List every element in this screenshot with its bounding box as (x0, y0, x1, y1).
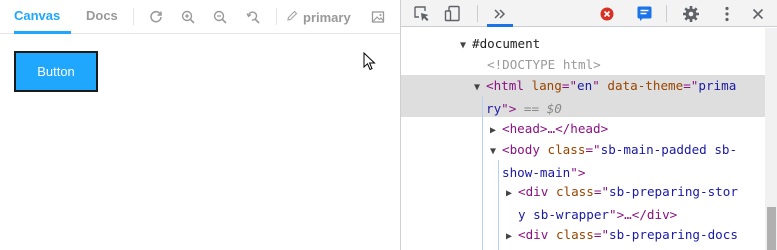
expanded-arrow-icon: ▼ (490, 146, 497, 157)
dom-node-html[interactable]: ▼ <html lang="en" data-theme="prima ry"> … (401, 75, 765, 117)
dom-node-div-wrapper[interactable]: ▶ <div class="sb-preparing-stor y sb-wrap… (401, 181, 765, 223)
vertical-dots-icon[interactable] (716, 3, 738, 24)
tab-canvas-label: Canvas (14, 8, 61, 23)
devtools-toolbar (401, 0, 777, 27)
dom-node-doctype[interactable]: <!DOCTYPE html> (401, 54, 765, 75)
toolbar-divider (133, 8, 134, 25)
inspect-element-icon[interactable] (410, 3, 432, 24)
story-button[interactable]: Button (14, 51, 98, 92)
tab-docs-label: Docs (86, 8, 118, 23)
image-icon[interactable] (368, 7, 388, 27)
reload-icon[interactable] (146, 7, 166, 27)
toolbar-divider (477, 5, 478, 22)
story-canvas: Button (0, 35, 400, 250)
tree-guide-line (482, 96, 483, 250)
dom-node-document[interactable]: ▼ #document (401, 33, 765, 54)
expanded-arrow-icon: ▼ (460, 40, 467, 51)
collapsed-arrow-icon: ▶ (490, 125, 497, 136)
collapsed-arrow-icon: ▶ (506, 188, 513, 199)
storybook-toolbar: Canvas Docs primary (0, 0, 400, 34)
theme-selector[interactable]: primary (286, 0, 351, 34)
close-icon[interactable] (747, 3, 769, 24)
error-badge-icon[interactable] (596, 3, 618, 24)
zoom-in-icon[interactable] (178, 7, 198, 27)
zoom-out-icon[interactable] (210, 7, 230, 27)
dom-node-div-docs[interactable]: ▶ <div class="sb-preparing-docs (401, 224, 765, 245)
expanded-arrow-icon: ▼ (474, 82, 481, 93)
dom-tree: ▼ #document <!DOCTYPE html> ▼ <html lang="… (401, 28, 777, 250)
console-message-icon[interactable] (633, 3, 655, 24)
toolbar-divider (666, 5, 667, 22)
theme-label: primary (303, 9, 351, 25)
pencil-icon (286, 10, 298, 25)
collapsed-arrow-icon: ▶ (506, 231, 513, 242)
settings-gear-icon[interactable] (680, 3, 702, 24)
tab-docs[interactable]: Docs (86, 0, 118, 34)
dom-node-head[interactable]: ▶ <head>…</head> (401, 118, 765, 139)
more-tabs-icon[interactable] (489, 3, 511, 24)
storybook-preview-panel: Canvas Docs primary Button (0, 0, 400, 250)
devtools-panel: ▼ #document <!DOCTYPE html> ▼ <html lang="… (401, 0, 777, 250)
mouse-cursor-icon (363, 51, 377, 77)
tree-guide-line (498, 160, 499, 250)
device-toolbar-icon[interactable] (441, 3, 463, 24)
toolbar-divider (276, 8, 277, 25)
active-tab-indicator (487, 24, 513, 27)
tab-canvas[interactable]: Canvas (14, 0, 71, 34)
zoom-reset-icon[interactable] (243, 7, 263, 27)
scrollbar-thumb[interactable] (767, 207, 776, 250)
dom-node-body[interactable]: ▼ <body class="sb-main-padded sb- show-ma… (401, 139, 765, 181)
